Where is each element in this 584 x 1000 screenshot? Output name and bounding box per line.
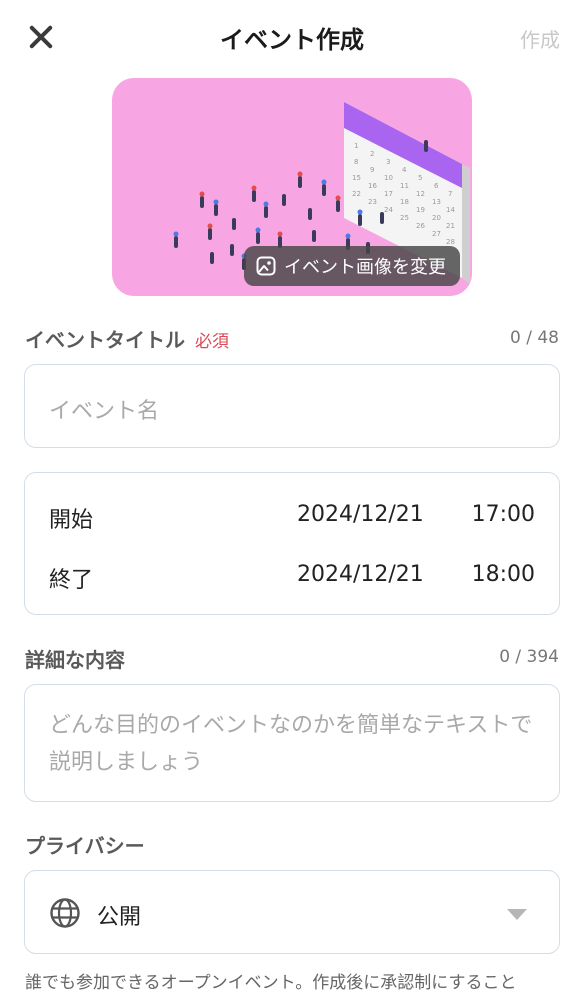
change-image-label: イベント画像を変更	[284, 257, 446, 278]
details-textarea[interactable]: どんな目的のイベントなのかを簡単なテキストで説明しましょう	[24, 684, 560, 802]
svg-text:14: 14	[446, 206, 455, 214]
privacy-label: プライバシー	[25, 834, 145, 858]
svg-text:12: 12	[416, 190, 425, 198]
change-image-button[interactable]: イベント画像を変更	[244, 246, 460, 286]
end-row[interactable]: 終了 2024/12/21 18:00	[25, 556, 559, 596]
privacy-select[interactable]: 公開	[24, 870, 560, 954]
start-time[interactable]: 17:00	[472, 502, 535, 527]
svg-text:26: 26	[416, 222, 425, 230]
event-title-counter: 0 / 48	[510, 328, 559, 348]
svg-text:19: 19	[416, 206, 425, 214]
start-label: 開始	[49, 508, 94, 533]
svg-text:9: 9	[370, 166, 374, 174]
start-row[interactable]: 開始 2024/12/21 17:00	[25, 496, 559, 536]
svg-text:3: 3	[386, 158, 390, 166]
chevron-down-icon	[507, 909, 527, 920]
svg-text:11: 11	[400, 182, 409, 190]
header: イベント作成 作成	[0, 0, 584, 72]
privacy-value: 公開	[97, 905, 142, 930]
svg-text:22: 22	[352, 190, 361, 198]
svg-text:23: 23	[368, 198, 377, 206]
svg-text:4: 4	[402, 166, 407, 174]
details-counter: 0 / 394	[499, 647, 559, 667]
svg-text:21: 21	[446, 222, 455, 230]
svg-text:16: 16	[368, 182, 377, 190]
event-cover-image[interactable]: 1234567 8 9 10 11 12 13 14 15 16 17 18 19 20 21 22 23…	[112, 78, 472, 296]
svg-text:18: 18	[400, 198, 409, 206]
svg-text:7: 7	[448, 190, 452, 198]
create-event-screen: イベント作成 作成 1234567 8 9 10 11 12 13 14 15 16 17 18 1…	[0, 0, 584, 1000]
svg-text:10: 10	[384, 174, 393, 182]
svg-text:28: 28	[446, 238, 455, 246]
required-badge: 必須	[195, 332, 229, 352]
create-button[interactable]: 作成	[520, 24, 560, 53]
event-title-input[interactable]: イベント名	[24, 364, 560, 448]
svg-text:27: 27	[432, 230, 441, 238]
svg-text:13: 13	[432, 198, 441, 206]
globe-icon	[50, 898, 80, 928]
end-date[interactable]: 2024/12/21	[297, 562, 424, 587]
details-label: 詳細な内容	[25, 648, 125, 672]
end-label: 終了	[49, 568, 94, 593]
svg-text:24: 24	[384, 206, 393, 214]
details-placeholder: どんな目的のイベントなのかを簡単なテキストで説明しましょう	[49, 713, 533, 775]
event-title-placeholder: イベント名	[49, 399, 160, 424]
svg-text:17: 17	[384, 190, 393, 198]
schedule-card: 開始 2024/12/21 17:00 終了 2024/12/21 18:00	[24, 472, 560, 615]
event-title-label: イベントタイトル 必須	[25, 324, 229, 353]
svg-text:2: 2	[370, 150, 374, 158]
event-title-label-text: イベントタイトル	[25, 328, 185, 352]
end-time[interactable]: 18:00	[472, 562, 535, 587]
svg-text:6: 6	[434, 182, 439, 190]
svg-text:25: 25	[400, 214, 409, 222]
privacy-note: 誰でも参加できるオープンイベント。作成後に承認制にすること	[25, 973, 517, 993]
svg-text:8: 8	[354, 158, 358, 166]
image-icon	[256, 256, 276, 276]
svg-text:20: 20	[432, 214, 441, 222]
svg-text:15: 15	[352, 174, 361, 182]
page-title: イベント作成	[220, 26, 364, 54]
svg-text:1: 1	[354, 142, 358, 150]
svg-text:5: 5	[418, 174, 422, 182]
start-date[interactable]: 2024/12/21	[297, 502, 424, 527]
